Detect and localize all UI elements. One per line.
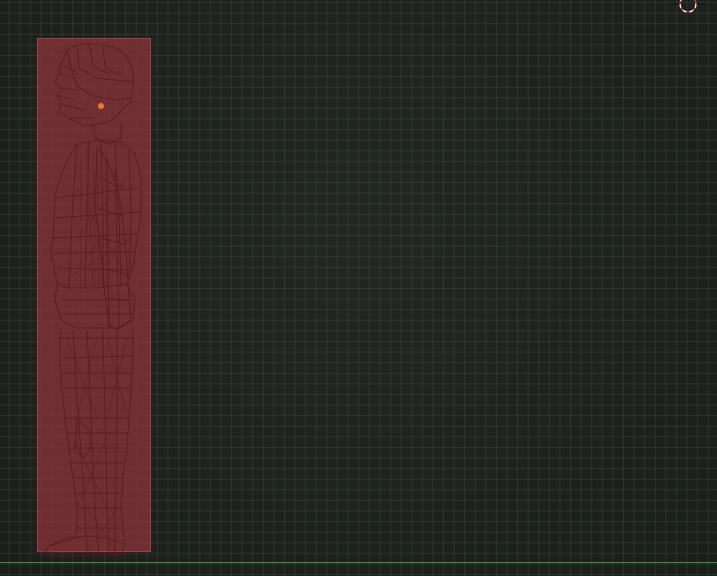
character-wireframe[interactable]	[37, 38, 151, 558]
3d-cursor-icon[interactable]	[668, 0, 708, 24]
3d-viewport[interactable]	[0, 0, 717, 576]
ground-line	[0, 562, 717, 563]
object-origin	[98, 103, 104, 109]
